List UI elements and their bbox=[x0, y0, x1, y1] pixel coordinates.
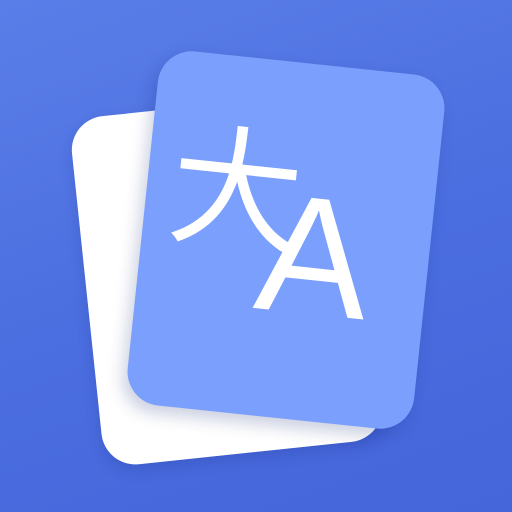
latin-glyph-icon: A bbox=[248, 156, 380, 356]
translate-app-icon: 大 A bbox=[0, 0, 512, 512]
